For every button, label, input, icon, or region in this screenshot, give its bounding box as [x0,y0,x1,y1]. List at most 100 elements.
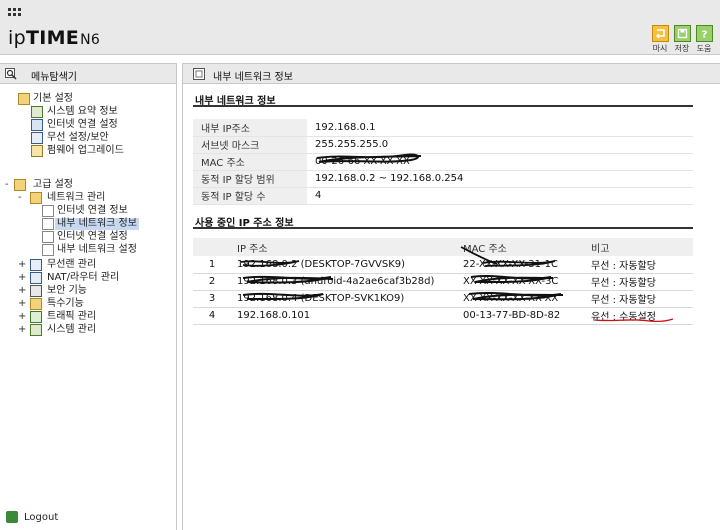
menu-item[interactable]: + 무선랜 관리 [0,259,175,272]
info-value: 255.255.255.0 [307,136,693,154]
ip-usage-table: IP 주소 MAC 주소 비고 1 192.168.0.2 (DESKTOP-7G… [193,238,693,325]
info-row: 동적 IP 할당 범위 192.168.0.2 ~ 192.168.0.254 [193,170,693,188]
menu-item-label: 무선 설정/보안 [47,132,109,143]
lock-icon [30,285,42,297]
page-icon [42,231,54,243]
section-divider [193,105,693,107]
row-number: 3 [193,290,231,308]
expand-icon[interactable]: + [18,299,26,309]
menu-item[interactable]: + 특수기능 [0,298,175,311]
section-divider [193,227,693,229]
menu-item-label: 시스템 관리 [47,324,97,335]
info-row: 동적 IP 할당 수4 [193,187,693,205]
logout-icon [6,511,18,523]
menu-item-label: 네트워크 관리 [47,192,106,203]
menu-item-label: NAT/라우터 관리 [47,272,120,283]
row-number: 4 [193,307,231,325]
menu-item[interactable]: 기본 설정 [0,93,175,106]
app-grid-icon[interactable] [8,8,22,17]
settings-folder-icon [14,179,26,191]
table-row: 1 192.168.0.2 (DESKTOP-7GVVSK9) 22-XX-XX-X… [193,256,693,274]
help-button[interactable]: ? 도움 [694,25,714,54]
menu-explorer-title: 메뉴탐색기 [31,72,77,83]
mac-address-cell: 22-XX-XX-XX-31-1C [457,256,585,274]
menu-item[interactable]: 내부 네트워크 설정 [0,244,175,257]
menu-item[interactable]: 인터넷 연결 설정 [0,119,175,132]
row-number: 1 [193,256,231,274]
menu-item-label: 인터넷 연결 설정 [57,231,128,242]
info-value: 4 [307,187,693,205]
wireless-icon [30,259,42,271]
menu-item-label: 시스템 요약 정보 [47,106,118,117]
menu-item-label: 무선랜 관리 [47,259,97,270]
menu-item[interactable]: 펌웨어 업그레이드 [0,145,175,158]
page-title: 내부 네트워크 정보 [213,72,293,83]
info-key: 내부 IP주소 [193,119,307,137]
menu-item[interactable]: + 트래픽 관리 [0,311,175,324]
mac-address-cell: XX-XX-XX-XX-XX-XX [457,290,585,308]
menu-item[interactable]: - 고급 설정 [0,179,175,192]
info-value: 192.168.0.1 [307,119,693,137]
note-cell: 무선 : 자동할당 [585,273,693,291]
upgrade-icon [31,145,43,157]
menu-item[interactable]: + NAT/라우터 관리 [0,272,175,285]
save-button[interactable]: 저장 [672,25,692,54]
logout-label: Logout [24,512,59,523]
wireless-icon [31,132,43,144]
save-label: 저장 [674,44,690,53]
menu-explorer-panel: 메뉴탐색기 기본 설정 시스템 요약 정보 인터넷 연결 설정 무선 설정/보안 펌웨어… [0,63,177,530]
menu-item[interactable]: + 시스템 관리 [0,324,175,337]
info-row: 내부 IP주소 192.168.0.1 [193,119,693,137]
main-content: 내부 네트워크 정보 내부 네트워크 정보 내부 IP주소 192.168.0.1… [182,63,720,530]
column-header-mac: MAC 주소 [457,238,585,256]
table-header-row: IP 주소 MAC 주소 비고 [193,238,693,256]
menu-item-label: 특수기능 [47,298,84,309]
menu-item[interactable]: 내부 네트워크 정보 [0,218,175,231]
info-key: 동적 IP 할당 수 [193,187,307,205]
info-value: 00-26-66-XX-XX-XX [307,153,693,171]
note-cell: 무선 : 자동할당 [585,256,693,274]
ip-address-cell: 192.168.0.3 (android-4a2ae6caf3b28d) [231,273,457,291]
note-cell: 유선 : 수동설정 [585,307,693,325]
menu-item-label: 고급 설정 [33,179,73,190]
top-bar: ipTIMEN6 마시 저장 ? 도움 [0,0,720,55]
page-icon [42,218,54,230]
menu-item[interactable]: + 보안 기능 [0,285,175,298]
expand-icon[interactable]: + [18,325,26,335]
menu-item[interactable]: 시스템 요약 정보 [0,106,175,119]
info-key: MAC 주소 [193,153,307,171]
help-icon: ? [695,25,713,42]
ip-address-cell: 192.168.0.101 [231,307,457,325]
expand-icon[interactable]: + [18,260,26,270]
menu-item-label: 보안 기능 [47,285,87,296]
menu-item[interactable]: 인터넷 연결 설정 [0,231,175,244]
table-row: 3 192.168.0.4 (DESKTOP-SVK1KO9) XX-XX-XX-X… [193,290,693,308]
return-label: 마시 [652,44,668,53]
menu-item[interactable]: - 네트워크 관리 [0,192,175,205]
collapse-icon[interactable]: - [18,193,26,203]
info-key: 서브넷 마스크 [193,136,307,154]
menu-item-label: 내부 네트워크 설정 [57,244,137,255]
info-row: 서브넷 마스크 255.255.255.0 [193,136,693,154]
page-icon [42,205,54,217]
return-button[interactable]: 마시 [650,25,670,54]
chart-icon [31,106,43,118]
table-row: 4 192.168.0.101 00-13-77-BD-8D-82 유선 : 수동설정 [193,307,693,325]
save-icon [673,25,691,42]
column-header-note: 비고 [585,238,693,256]
mac-address-cell: XX-XX-XX-XX-XX-3C [457,273,585,291]
expand-icon[interactable]: + [18,273,26,283]
expand-icon[interactable]: + [18,312,26,322]
menu-item[interactable]: 인터넷 연결 정보 [0,205,175,218]
menu-item-label: 내부 네트워크 정보 [55,218,139,230]
page-icon [193,68,205,80]
ip-address-cell: 192.168.0.2 (DESKTOP-7GVVSK9) [231,256,457,274]
traffic-icon [30,311,42,323]
chart-icon [30,324,42,336]
menu-item[interactable]: 무선 설정/보안 [0,132,175,145]
ip-address-cell: 192.168.0.4 (DESKTOP-SVK1KO9) [231,290,457,308]
collapse-icon[interactable]: - [5,180,13,190]
expand-icon[interactable]: + [18,286,26,296]
column-header-ip: IP 주소 [231,238,457,256]
iptime-logo: ipTIMEN6 [8,27,101,49]
